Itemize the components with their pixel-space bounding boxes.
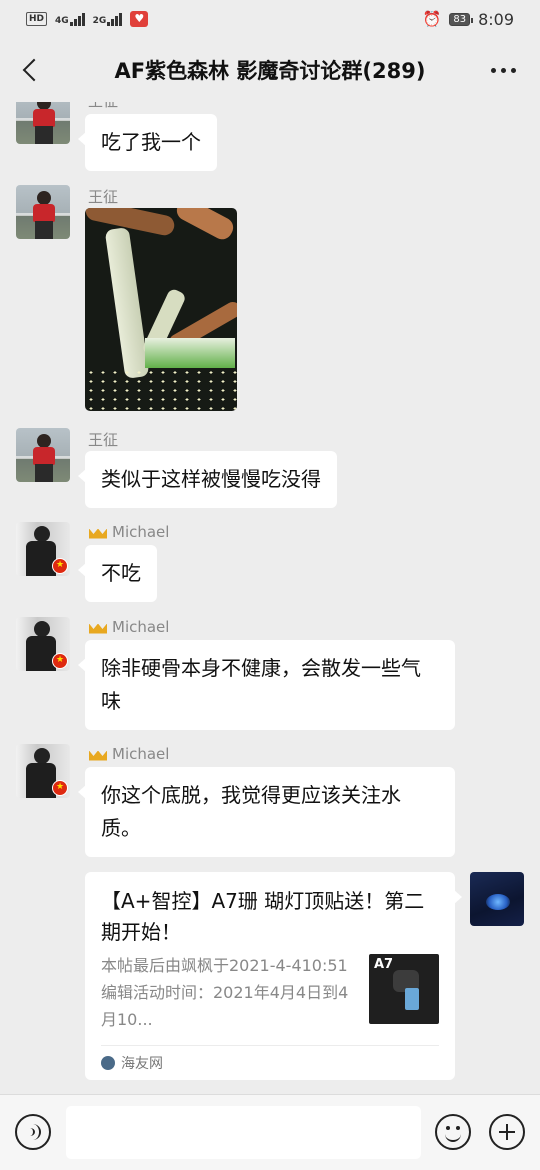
hd-badge: HD xyxy=(26,12,48,26)
sender-name: Michael xyxy=(88,745,169,763)
more-icon[interactable] xyxy=(491,68,516,73)
message-bubble[interactable]: 吃了我一个 xyxy=(78,114,217,171)
back-arrow-icon[interactable] xyxy=(20,58,42,84)
message-bubble[interactable]: 不吃 xyxy=(78,545,157,602)
sender-name: Michael xyxy=(88,523,169,541)
link-description: 本帖最后由飒枫于2021-4-410:51编辑活动时间：2021年4月4日到4月… xyxy=(101,956,349,1029)
plus-icon[interactable] xyxy=(489,1114,525,1150)
sender-name-text: Michael xyxy=(112,523,170,541)
battery-icon: 83 xyxy=(449,12,473,26)
link-title: 【A+智控】A7珊 瑚灯顶贴送！第二期开始！ xyxy=(101,889,425,944)
avatar[interactable]: ★ xyxy=(16,522,70,576)
signal-1-icon: 4G xyxy=(55,12,85,26)
sender-name-text: Michael xyxy=(112,618,170,636)
avatar[interactable]: ★ xyxy=(16,617,70,671)
crown-icon xyxy=(88,747,108,762)
status-right: ⏰ 83 8:09 xyxy=(423,10,514,29)
network-type-2: 2G xyxy=(92,16,107,26)
sender-name: 王征 xyxy=(88,188,119,206)
signal-2-icon: 2G xyxy=(93,12,123,26)
message-bubble[interactable]: 你这个底脱，我觉得更应该关注水质。 xyxy=(78,767,455,857)
avatar[interactable] xyxy=(16,428,70,482)
sender-name: 王征 xyxy=(88,102,118,111)
thumbnail-text: A7 xyxy=(374,957,394,972)
crown-icon xyxy=(88,620,108,635)
status-left: HD 4G 2G ♥ xyxy=(26,11,149,27)
chat-header: AF紫色森林 影魔奇讨论群(289) xyxy=(0,38,540,102)
source-name: 海友网 xyxy=(121,1056,163,1072)
avatar[interactable] xyxy=(16,102,70,144)
sender-name: Michael xyxy=(88,618,169,636)
message-list[interactable]: 王征 吃了我一个 王征 王征 类似于这样被慢慢吃没得 ★ Michael 不吃 … xyxy=(0,102,540,1094)
status-bar: HD 4G 2G ♥ ⏰ 83 8:09 xyxy=(0,0,540,38)
sender-name: 王征 xyxy=(88,431,119,449)
chat-title: AF紫色森林 影魔奇讨论群(289) xyxy=(114,59,426,83)
link-source: 海友网 xyxy=(101,1053,163,1073)
avatar[interactable] xyxy=(16,185,70,239)
message-input[interactable] xyxy=(66,1106,421,1159)
divider xyxy=(101,1045,439,1046)
site-logo-icon xyxy=(101,1056,115,1070)
sender-name-text: Michael xyxy=(112,745,170,763)
shared-link-card[interactable]: 【A+智控】A7珊 瑚灯顶贴送！第二期开始！ 本帖最后由飒枫于2021-4-41… xyxy=(85,872,462,1080)
link-thumbnail: A7 xyxy=(369,954,439,1024)
network-type-1: 4G xyxy=(55,16,69,26)
clock-time: 8:09 xyxy=(478,9,514,29)
crown-icon xyxy=(88,525,108,540)
emoji-icon[interactable] xyxy=(435,1114,471,1150)
avatar[interactable]: ★ xyxy=(16,744,70,798)
message-bubble[interactable]: 除非硬骨本身不健康，会散发一些气味 xyxy=(78,640,455,730)
message-bubble[interactable]: 类似于这样被慢慢吃没得 xyxy=(78,451,337,508)
app-notification-icon: ♥ xyxy=(130,11,149,27)
my-avatar[interactable] xyxy=(470,872,524,926)
alarm-icon: ⏰ xyxy=(422,10,442,28)
coral-photo-message[interactable] xyxy=(85,208,237,411)
voice-icon[interactable] xyxy=(15,1114,51,1150)
input-bar xyxy=(0,1094,540,1170)
